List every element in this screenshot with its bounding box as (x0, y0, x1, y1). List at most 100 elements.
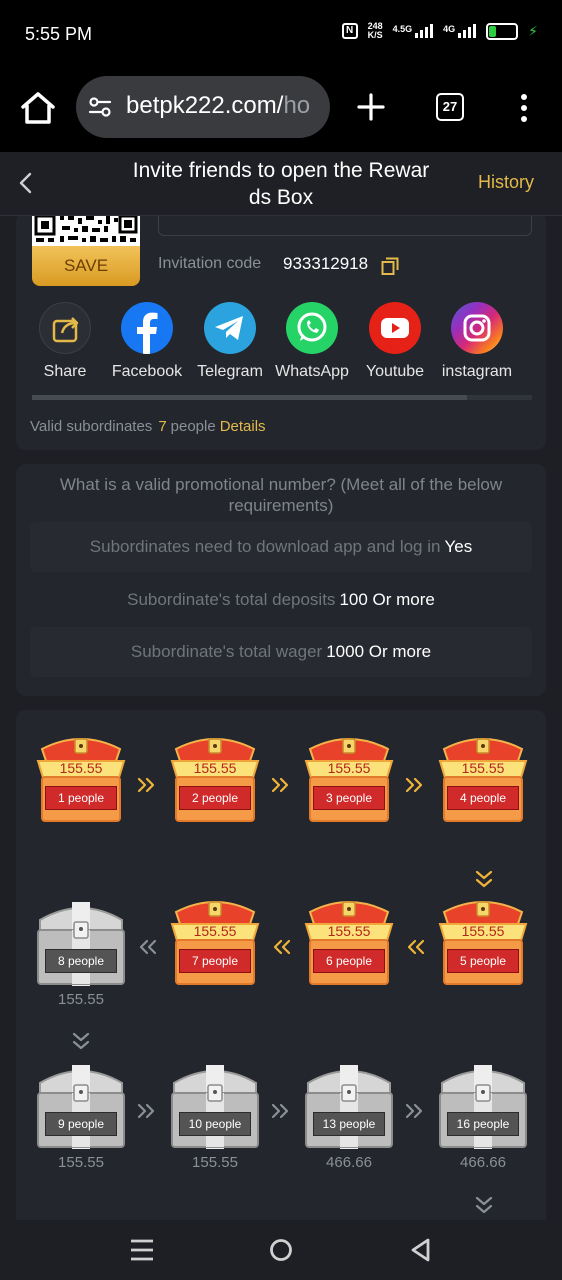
page-title-line1: Invite friends to open the Rewar (132, 159, 430, 182)
chevron-right-icon (136, 1101, 158, 1121)
chest-people-label: 4 people (447, 786, 519, 810)
chevron-left-icon (136, 937, 158, 957)
page-header: Invite friends to open the Rewar ds Box … (0, 152, 562, 216)
share-option-whatsapp[interactable]: WhatsApp (268, 302, 356, 381)
tab-switcher-button[interactable]: 27 (436, 93, 464, 121)
requirement-row: Subordinate's total wager 1000 Or more (30, 627, 532, 677)
more-vert-icon (521, 94, 527, 122)
whatsapp-label: WhatsApp (275, 363, 349, 380)
whatsapp-icon (286, 302, 338, 354)
qr-code-image (34, 214, 138, 242)
status-bar: 5:55 PM N 248 K/S 4.5G 4G 28 ⚡ (0, 0, 562, 70)
signal-icon-1: 4.5G (393, 24, 434, 38)
nfc-icon: N (341, 23, 358, 39)
browser-toolbar: betpk222.com/ho 27 (0, 70, 562, 152)
chest-people-label: 8 people (45, 949, 117, 973)
chevron-down-icon (70, 1032, 92, 1052)
requirement-value: 1000 Or more (326, 642, 432, 661)
valid-subordinates-unit: people (170, 418, 216, 435)
locked-chest[interactable]: 9 people (32, 1057, 130, 1149)
site-settings-icon (88, 97, 112, 117)
chest-reward-value: 155.55 (58, 1154, 104, 1171)
save-qr-button[interactable]: SAVE (32, 246, 140, 286)
opened-chest[interactable]: 155.55 4 people (434, 731, 532, 823)
copy-icon-graphic (381, 257, 399, 275)
opened-chest[interactable]: 155.55 5 people (434, 894, 532, 986)
history-link[interactable]: History (478, 172, 534, 193)
url-domain: betpk222.com/ (126, 92, 284, 119)
browser-menu-button[interactable] (516, 92, 532, 124)
requirement-value: Yes (444, 537, 473, 556)
chest-amount: 155.55 (327, 760, 371, 776)
chevron-left-icon (404, 937, 426, 957)
opened-chest[interactable]: 155.55 2 people (166, 731, 264, 823)
telegram-icon (204, 302, 256, 354)
recent-apps-button[interactable] (127, 1236, 157, 1264)
signal-label-1: 4.5G (392, 24, 413, 34)
address-bar[interactable]: betpk222.com/ho (76, 76, 330, 138)
chest-amount: 155.55 (59, 760, 103, 776)
page-title-line2: ds Box (248, 186, 314, 209)
new-tab-button[interactable] (356, 92, 386, 122)
requirement-label: Subordinate's total deposits (127, 590, 336, 609)
requirement-value: 100 Or more (339, 590, 435, 609)
valid-subordinates-count: 7 (158, 418, 167, 435)
charging-icon: ⚡ (528, 22, 538, 39)
chest-amount: 155.55 (461, 760, 505, 776)
share-row: Share Facebook Telegram WhatsApp Youtube… (26, 302, 538, 382)
details-link[interactable]: Details (220, 418, 266, 435)
share-option-facebook[interactable]: Facebook (103, 302, 191, 381)
home-icon (21, 92, 55, 124)
chevron-right-icon (270, 1101, 292, 1121)
share-option-youtube[interactable]: Youtube (351, 302, 439, 381)
opened-chest[interactable]: 155.55 7 people (166, 894, 264, 986)
chest-reward-value: 155.55 (58, 991, 104, 1008)
chevron-down-icon (473, 870, 495, 890)
locked-chest[interactable]: 8 people (32, 894, 130, 986)
youtube-label: Youtube (365, 363, 425, 380)
chest-people-label: 6 people (313, 949, 385, 973)
share-label: Share (43, 363, 87, 380)
locked-chest[interactable]: 13 people (300, 1057, 398, 1149)
nav-back-button[interactable] (406, 1236, 436, 1264)
share-scroll-thumb[interactable] (32, 395, 467, 400)
chevron-right-icon (270, 775, 292, 795)
chest-people-label: 9 people (45, 1112, 117, 1136)
chest-people-label: 5 people (447, 949, 519, 973)
share-icon (39, 302, 91, 354)
copy-icon[interactable] (380, 256, 400, 276)
status-time: 5:55 PM (25, 24, 93, 44)
chest-amount: 155.55 (193, 760, 237, 776)
youtube-icon (369, 302, 421, 354)
opened-chest[interactable]: 155.55 6 people (300, 894, 398, 986)
requirement-row: Subordinate's total deposits 100 Or more (30, 575, 532, 625)
requirement-row: Subordinates need to download app and lo… (30, 522, 532, 572)
opened-chest[interactable]: 155.55 3 people (300, 731, 398, 823)
battery-icon: 28 (486, 22, 519, 40)
chest-amount: 155.55 (461, 923, 505, 939)
opened-chest[interactable]: 155.55 1 people (32, 731, 130, 823)
nav-home-button[interactable] (266, 1236, 296, 1264)
telegram-label: Telegram (197, 363, 263, 380)
home-button[interactable] (18, 88, 58, 128)
share-option-share[interactable]: Share (21, 302, 109, 381)
plus-icon (357, 93, 385, 121)
chest-people-label: 1 people (45, 786, 117, 810)
chevron-right-icon (136, 775, 158, 795)
share-option-instagram[interactable]: instagram (433, 302, 521, 381)
chest-amount: 155.55 (327, 923, 371, 939)
locked-chest[interactable]: 16 people (434, 1057, 532, 1149)
back-button[interactable] (14, 168, 40, 198)
facebook-icon (121, 302, 173, 354)
chest-people-label: 13 people (313, 1112, 385, 1136)
page-title: Invite friends to open the Rewar ds Box (110, 157, 452, 211)
chest-reward-value: 155.55 (192, 1154, 238, 1171)
facebook-label: Facebook (111, 363, 183, 380)
triangle-back-icon (411, 1238, 430, 1262)
chest-amount: 155.55 (193, 923, 237, 939)
share-option-telegram[interactable]: Telegram (186, 302, 274, 381)
share-scroll-track[interactable] (32, 395, 532, 400)
locked-chest[interactable]: 10 people (166, 1057, 264, 1149)
instagram-icon (451, 302, 503, 354)
chest-reward-value: 466.66 (326, 1154, 372, 1171)
